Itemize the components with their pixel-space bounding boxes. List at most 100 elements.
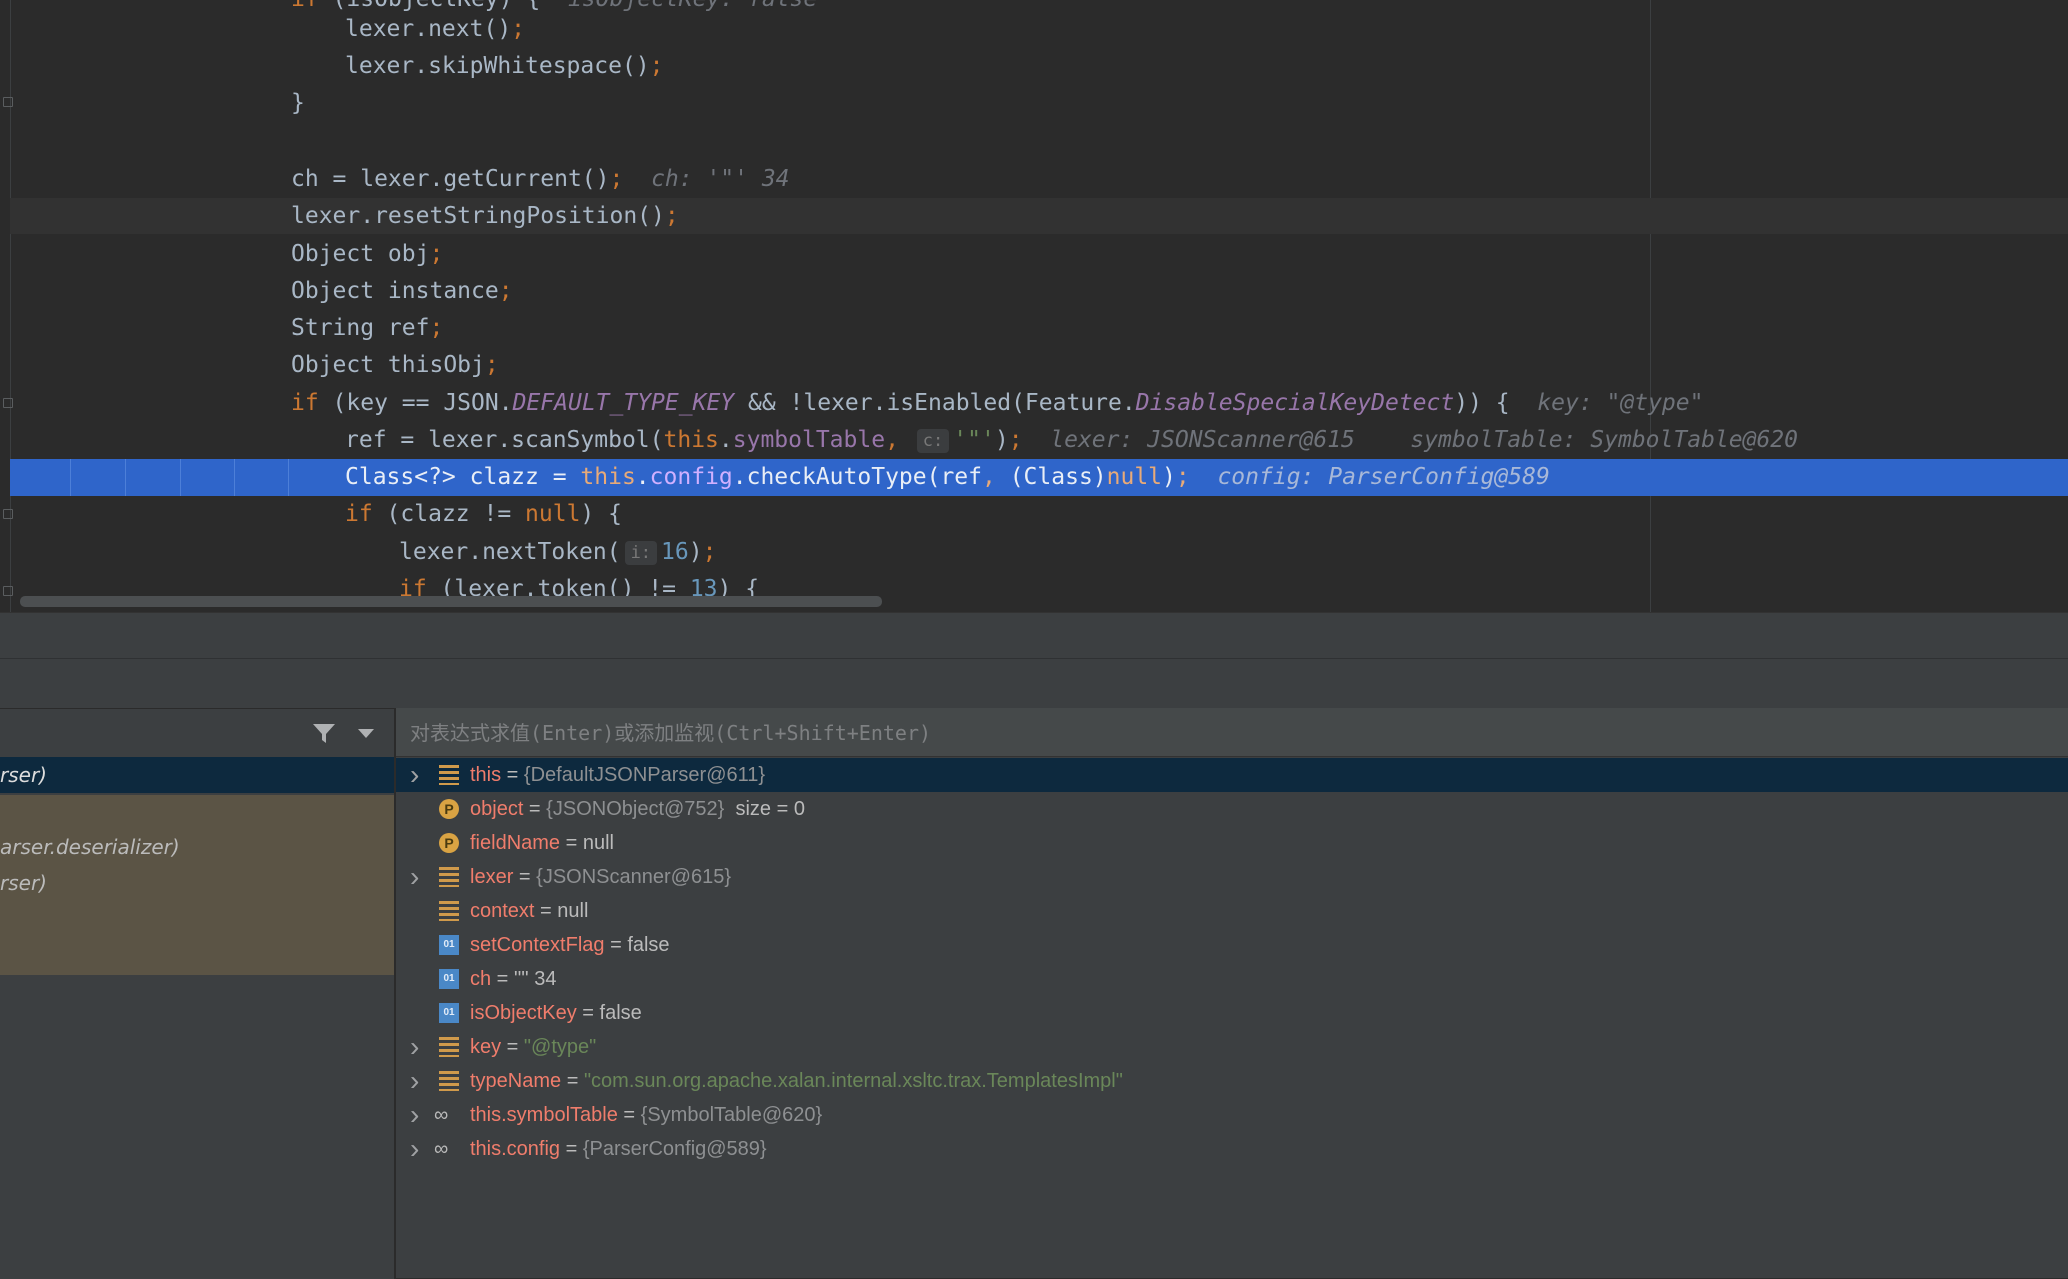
variable-text: this.symbolTable = {SymbolTable@620}	[470, 1098, 822, 1132]
evaluate-expression-input[interactable]	[408, 708, 2012, 758]
variable-row[interactable]: › this = {DefaultJSONParser@611}	[396, 758, 2068, 792]
chevron-right-icon[interactable]: ›	[410, 1064, 424, 1098]
variable-value: false	[627, 934, 670, 956]
stack-frame-item[interactable]	[0, 793, 394, 829]
variable-text: typeName = "com.sun.org.apache.xalan.int…	[470, 1064, 1123, 1098]
variable-text: object = {JSONObject@752} size = 0	[470, 792, 805, 826]
variable-row[interactable]: 01 ch = '"' 34	[396, 962, 2068, 996]
variable-text: fieldName = null	[470, 826, 614, 860]
field-icon	[439, 765, 459, 785]
code-line[interactable]: String ref;	[291, 310, 443, 347]
primitive-icon: 01	[439, 1003, 459, 1023]
variable-name: this	[470, 764, 502, 786]
variable-extra: size = 0	[724, 798, 805, 820]
watch-icon: ∞	[434, 1104, 449, 1126]
variable-value: {ParserConfig@589}	[582, 1138, 767, 1160]
variable-text: context = null	[470, 894, 588, 928]
variable-text: setContextFlag = false	[470, 928, 670, 962]
chevron-right-icon[interactable]: ›	[410, 1098, 424, 1132]
equals-sign: =	[501, 1036, 524, 1058]
watch-icon: ∞	[434, 1138, 449, 1160]
variable-name: context	[470, 900, 535, 922]
variable-row[interactable]: 01 isObjectKey = false	[396, 996, 2068, 1030]
variable-row[interactable]: context = null	[396, 894, 2068, 928]
variable-row[interactable]: › lexer = {JSONScanner@615}	[396, 860, 2068, 894]
variables-panel[interactable]: ›this = {DefaultJSONParser@611}Pobject =…	[394, 708, 2068, 1278]
variable-value: {SymbolTable@620}	[640, 1104, 823, 1126]
field-icon	[439, 867, 459, 887]
variable-row[interactable]: PfieldName = null	[396, 826, 2068, 860]
code-line[interactable]: Object thisObj;	[291, 347, 499, 384]
code-line[interactable]: Object obj;	[291, 236, 443, 273]
equals-sign: =	[560, 1138, 583, 1160]
horizontal-scrollbar[interactable]	[20, 596, 882, 607]
variable-name: ch	[470, 968, 492, 990]
fold-marker-icon[interactable]	[3, 398, 13, 408]
code-line[interactable]: ref = lexer.scanSymbol(this.symbolTable,…	[345, 422, 1798, 459]
equals-sign: =	[617, 1104, 641, 1126]
variable-value: false	[599, 1002, 642, 1024]
chevron-right-icon[interactable]: ›	[410, 1030, 424, 1064]
fold-marker-icon[interactable]	[3, 509, 13, 519]
code-line-execution-point[interactable]: Class<?> clazz = this.config.checkAutoTy…	[345, 459, 1550, 496]
variable-value: {JSONScanner@615}	[536, 866, 732, 888]
code-line[interactable]: }	[291, 85, 305, 122]
variable-row[interactable]: › key = "@type"	[396, 1030, 2068, 1064]
right-margin-guide	[1650, 0, 1651, 612]
equals-sign: =	[576, 1002, 600, 1024]
code-editor[interactable]: if (isObjectKey) { isObjectKey: false le…	[0, 0, 2068, 612]
variable-text: this.config = {ParserConfig@589}	[470, 1132, 767, 1166]
variable-name: key	[470, 1036, 502, 1058]
code-line[interactable]: lexer.resetStringPosition();	[291, 198, 679, 235]
debug-tool-window-header	[0, 612, 2068, 659]
variable-name: typeName	[470, 1070, 562, 1092]
equals-sign: =	[560, 832, 583, 854]
equals-sign: =	[513, 866, 537, 888]
inline-debug-value: key: "@type"	[1537, 390, 1704, 416]
variable-name: isObjectKey	[470, 1002, 577, 1024]
stack-frame-item[interactable]: arser.deserializer)	[0, 829, 394, 865]
gutter-divider	[10, 0, 11, 612]
variable-name: this.config	[470, 1138, 561, 1160]
variable-name: this.symbolTable	[470, 1104, 618, 1126]
variable-row[interactable]: › typeName = "com.sun.org.apache.xalan.in…	[396, 1064, 2068, 1098]
parameter-hint: i:	[624, 540, 658, 565]
stack-frame-label: rser)	[0, 763, 47, 787]
frames-panel[interactable]: rser) arser.deserializer) rser)	[0, 708, 394, 1279]
stack-frame-item[interactable]: rser)	[0, 865, 394, 901]
variable-row[interactable]: 01 setContextFlag = false	[396, 928, 2068, 962]
code-line[interactable]: lexer.skipWhitespace();	[345, 48, 664, 85]
equals-sign: =	[561, 1070, 584, 1092]
code-line[interactable]: lexer.nextToken(i: 16);	[399, 534, 716, 571]
variable-row[interactable]: › ∞ this.symbolTable = {SymbolTable@620}	[396, 1098, 2068, 1132]
code-line[interactable]: if (clazz != null) {	[345, 496, 622, 533]
field-icon	[439, 901, 459, 921]
chevron-right-icon[interactable]: ›	[410, 860, 424, 894]
field-icon	[439, 1071, 459, 1091]
evaluate-expression-bar	[396, 708, 2068, 758]
filter-icon[interactable]	[312, 723, 336, 745]
fold-marker-icon[interactable]	[3, 586, 13, 596]
chevron-right-icon[interactable]: ›	[410, 758, 424, 792]
frames-toolbar	[0, 709, 394, 758]
primitive-icon: 01	[439, 935, 459, 955]
stack-frame-item[interactable]: rser)	[0, 757, 394, 793]
variable-text: lexer = {JSONScanner@615}	[470, 860, 731, 894]
variable-name: fieldName	[470, 832, 561, 854]
code-line[interactable]: ch = lexer.getCurrent(); ch: '"' 34	[291, 161, 790, 198]
chevron-down-icon[interactable]	[358, 729, 374, 738]
code-line[interactable]: Object instance;	[291, 273, 513, 310]
debugger-toolbar	[0, 658, 2068, 709]
variable-row[interactable]: Pobject = {JSONObject@752} size = 0	[396, 792, 2068, 826]
chevron-right-icon[interactable]: ›	[410, 1132, 424, 1166]
variable-value: '"' 34	[513, 968, 557, 990]
code-line[interactable]: lexer.next();	[345, 11, 525, 48]
fold-marker-icon[interactable]	[3, 97, 13, 107]
code-line[interactable]: if (key == JSON.DEFAULT_TYPE_KEY && !lex…	[291, 385, 1703, 422]
variable-row[interactable]: › ∞ this.config = {ParserConfig@589}	[396, 1132, 2068, 1166]
primitive-icon: 01	[439, 969, 459, 989]
variable-value: null	[582, 832, 614, 854]
protected-field-icon: P	[439, 833, 459, 853]
variable-value: "@type"	[523, 1036, 597, 1058]
equals-sign: =	[523, 798, 547, 820]
